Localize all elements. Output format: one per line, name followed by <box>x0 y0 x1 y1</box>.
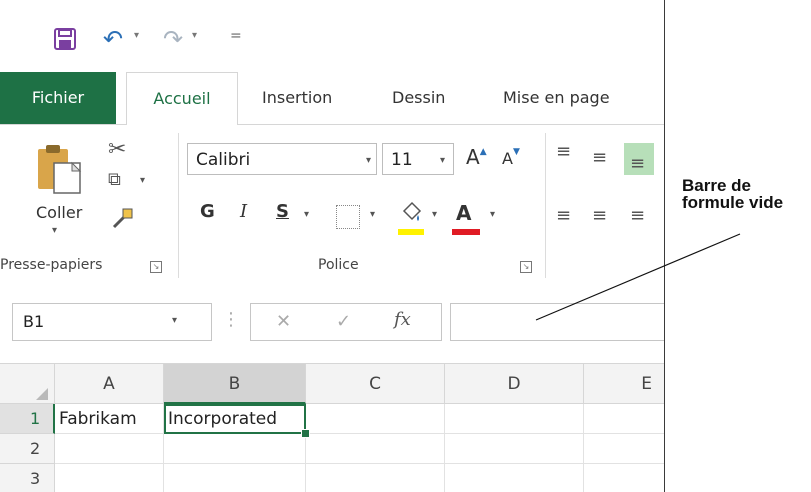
column-header-e[interactable]: E <box>584 364 665 404</box>
column-header-b[interactable]: B <box>164 364 306 404</box>
cell-c2[interactable] <box>306 434 445 464</box>
ribbon: Coller ▾ ✂ ⧉ ▾ Presse-papiers ↘ Calibri … <box>0 125 665 286</box>
callout-label: Barre de formule vide <box>682 177 783 211</box>
cell-d1[interactable] <box>445 404 584 434</box>
formula-bar: B1 ▾ ⋮ ✕ ✓ fx <box>0 285 665 360</box>
font-color-dropdown-icon[interactable]: ▾ <box>490 209 495 241</box>
cell-b2[interactable] <box>164 434 306 464</box>
cell-d2[interactable] <box>445 434 584 464</box>
copy-dropdown-icon[interactable]: ▾ <box>140 175 145 186</box>
cell-b1[interactable]: Incorporated <box>164 404 306 434</box>
tab-page-layout[interactable]: Mise en page <box>503 72 610 124</box>
row-header-3[interactable]: 3 <box>0 464 55 492</box>
cell-c1[interactable] <box>306 404 445 434</box>
cancel-icon[interactable]: ✕ <box>276 311 291 332</box>
font-launcher-icon[interactable]: ↘ <box>520 261 532 273</box>
align-left-icon[interactable]: ≡ <box>556 207 576 225</box>
borders-icon[interactable] <box>336 205 360 229</box>
worksheet-grid: A B C D E 1 2 3 Fabrikam Incorporated <box>0 363 665 492</box>
cell-a1[interactable]: Fabrikam <box>55 404 164 434</box>
tab-file[interactable]: Fichier <box>0 72 116 124</box>
tab-insert[interactable]: Insertion <box>262 72 332 124</box>
customize-qat-icon[interactable]: = <box>230 28 242 44</box>
group-separator <box>545 133 546 278</box>
underline-button[interactable]: S <box>276 201 289 233</box>
paste-button-label[interactable]: Coller <box>36 203 82 222</box>
undo-dropdown-icon[interactable]: ▾ <box>134 30 139 41</box>
enter-icon[interactable]: ✓ <box>336 311 351 332</box>
formula-bar-splitter-icon[interactable]: ⋮ <box>222 309 240 330</box>
middle-align-icon[interactable]: ≡ <box>592 149 612 167</box>
cell-e3[interactable] <box>584 464 665 492</box>
redo-dropdown-icon[interactable]: ▾ <box>192 30 197 41</box>
top-align-icon[interactable]: ≡ <box>556 143 576 161</box>
fill-color-dropdown-icon[interactable]: ▾ <box>432 209 437 241</box>
cell-e1[interactable] <box>584 404 665 434</box>
select-all-corner[interactable] <box>0 364 55 404</box>
cell-b3[interactable] <box>164 464 306 492</box>
grow-arrow-icon: ▲ <box>479 147 487 157</box>
format-painter-icon[interactable] <box>110 205 136 231</box>
tab-draw[interactable]: Dessin <box>392 72 445 124</box>
shrink-font-button[interactable]: A▼ <box>502 147 520 168</box>
shrink-font-label: A <box>502 149 513 168</box>
column-header-c[interactable]: C <box>306 364 445 404</box>
shrink-arrow-icon: ▼ <box>512 147 520 157</box>
font-size-dropdown-icon[interactable]: ▾ <box>440 155 445 166</box>
fill-color-swatch <box>398 229 424 235</box>
fill-handle[interactable] <box>301 429 310 438</box>
row-header-1[interactable]: 1 <box>0 404 55 434</box>
font-group-label: Police <box>318 257 359 273</box>
tab-home[interactable]: Accueil <box>126 72 238 126</box>
row-header-2[interactable]: 2 <box>0 434 55 464</box>
grow-font-button[interactable]: A▲ <box>466 145 487 169</box>
insert-function-icon[interactable]: fx <box>394 309 411 330</box>
paste-dropdown-icon[interactable]: ▾ <box>52 225 57 236</box>
cell-a2[interactable] <box>55 434 164 464</box>
group-separator <box>178 133 179 278</box>
name-box-dropdown-icon[interactable]: ▾ <box>172 315 177 326</box>
excel-window: ↶ ▾ ↷ ▾ = Fichier Accueil Insertion Dess… <box>0 0 665 492</box>
align-center-icon[interactable]: ≡ <box>592 207 612 225</box>
cell-c3[interactable] <box>306 464 445 492</box>
clipboard-group-label: Presse-papiers <box>0 257 103 273</box>
font-name-dropdown-icon[interactable]: ▾ <box>366 155 371 166</box>
align-right-icon[interactable]: ≡ <box>630 207 650 225</box>
save-icon[interactable] <box>52 24 78 54</box>
column-header-a[interactable]: A <box>55 364 164 404</box>
cell-a3[interactable] <box>55 464 164 492</box>
copy-icon[interactable]: ⧉ <box>108 169 121 190</box>
quick-access-toolbar: ↶ ▾ ↷ ▾ = <box>0 0 665 72</box>
borders-dropdown-icon[interactable]: ▾ <box>370 209 375 241</box>
bottom-align-icon[interactable]: ≡ <box>630 155 650 173</box>
font-color-swatch <box>452 229 480 235</box>
callout-line-1: Barre de <box>682 176 751 195</box>
ribbon-tabs: Fichier Accueil Insertion Dessin Mise en… <box>0 72 665 126</box>
callout-line-2: formule vide <box>682 193 784 212</box>
cell-e2[interactable] <box>584 434 665 464</box>
undo-icon[interactable]: ↶ <box>98 24 128 54</box>
grow-font-label: A <box>466 145 480 169</box>
column-header-d[interactable]: D <box>445 364 584 404</box>
redo-icon[interactable]: ↷ <box>160 24 186 54</box>
cell-d3[interactable] <box>445 464 584 492</box>
clipboard-launcher-icon[interactable]: ↘ <box>150 261 162 273</box>
underline-dropdown-icon[interactable]: ▾ <box>304 209 309 241</box>
select-all-icon <box>36 388 48 400</box>
font-name-combo[interactable]: Calibri <box>187 143 377 175</box>
formula-input[interactable] <box>450 303 665 341</box>
italic-button[interactable]: I <box>240 201 247 233</box>
bold-button[interactable]: G <box>200 201 215 233</box>
paste-icon[interactable] <box>36 141 88 197</box>
cut-icon[interactable]: ✂ <box>108 137 126 162</box>
screenshot-border <box>664 0 665 492</box>
name-box[interactable]: B1 <box>12 303 212 341</box>
